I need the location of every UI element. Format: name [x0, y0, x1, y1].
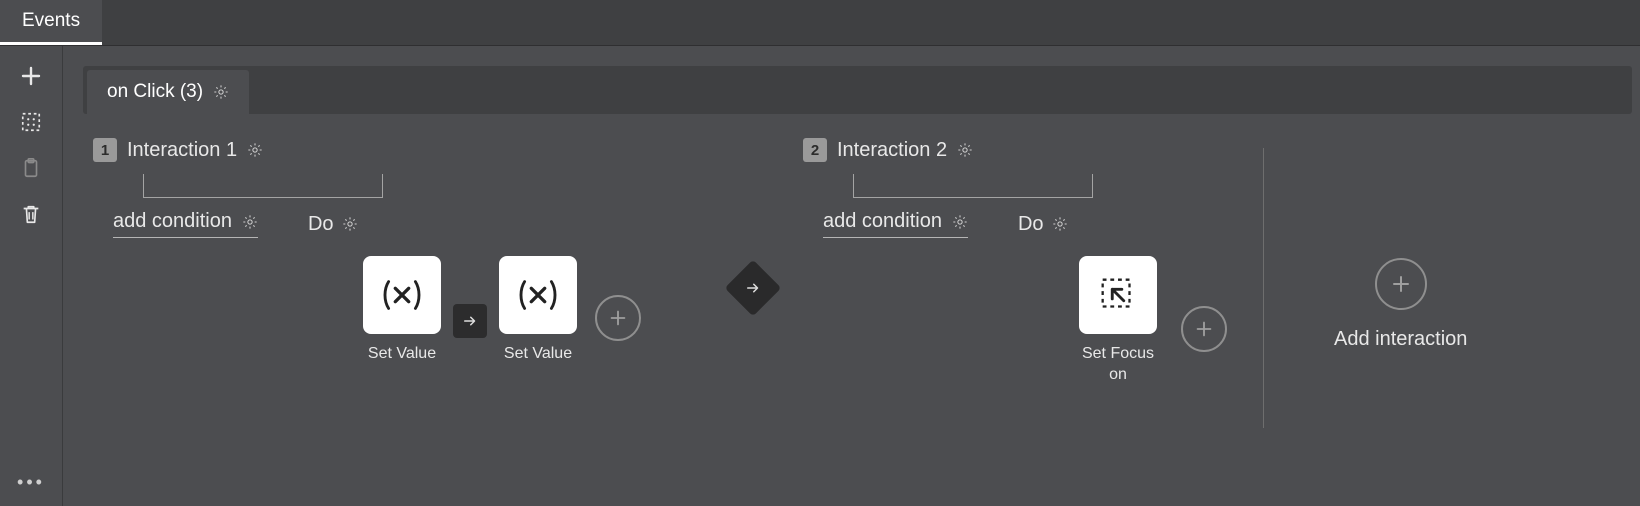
connector-diamond: [725, 260, 782, 317]
event-bar: on Click (3): [83, 66, 1632, 114]
interaction-index-badge: 1: [93, 138, 117, 162]
clipboard-icon[interactable]: [17, 154, 45, 182]
variable-icon[interactable]: [363, 256, 441, 334]
arrow-right-icon: [744, 279, 762, 297]
add-action-button[interactable]: [595, 295, 641, 341]
interaction-2: 2 Interaction 2 add condition: [803, 138, 1233, 386]
gear-icon[interactable]: [957, 142, 973, 158]
interaction-name: Interaction 2: [837, 139, 947, 162]
action-label: Set Focus on: [1073, 344, 1163, 386]
interaction-name: Interaction 1: [127, 139, 237, 162]
do-label: Do: [308, 213, 358, 236]
select-rect-icon[interactable]: [17, 108, 45, 136]
sidebar: •••: [0, 46, 62, 506]
tab-events[interactable]: Events: [0, 0, 102, 45]
gear-icon[interactable]: [1052, 216, 1068, 232]
add-condition-label: add condition: [823, 210, 942, 233]
gear-icon[interactable]: [342, 216, 358, 232]
topbar: Events: [0, 0, 1640, 46]
action-set-value[interactable]: Set Value: [363, 256, 441, 365]
add-interaction-button[interactable]: Add interaction: [1334, 258, 1467, 351]
event-tab-onclick[interactable]: on Click (3): [87, 70, 249, 114]
do-label: Do: [1018, 213, 1068, 236]
action-label: Set Value: [504, 344, 572, 365]
interaction-header[interactable]: 2 Interaction 2: [803, 138, 1233, 162]
vertical-separator: [1263, 148, 1264, 428]
plus-icon: [1375, 258, 1427, 310]
add-interaction-label: Add interaction: [1334, 328, 1467, 351]
add-condition-label: add condition: [113, 210, 232, 233]
add-icon[interactable]: [17, 62, 45, 90]
action-set-value[interactable]: Set Value: [499, 256, 577, 365]
gear-icon[interactable]: [952, 214, 968, 230]
gear-icon[interactable]: [247, 142, 263, 158]
add-action-button[interactable]: [1181, 306, 1227, 352]
gear-icon[interactable]: [242, 214, 258, 230]
add-condition-button[interactable]: add condition: [113, 210, 258, 238]
action-label: Set Value: [368, 344, 436, 365]
variable-icon[interactable]: [499, 256, 577, 334]
event-tab-label: on Click (3): [107, 81, 203, 103]
more-icon[interactable]: •••: [17, 478, 45, 506]
add-condition-button[interactable]: add condition: [823, 210, 968, 238]
focus-icon[interactable]: [1079, 256, 1157, 334]
canvas: on Click (3) 1 Interaction 1: [62, 46, 1640, 506]
arrow-right-icon: [453, 304, 487, 338]
interaction-header[interactable]: 1 Interaction 1: [93, 138, 703, 162]
tab-events-label: Events: [22, 10, 80, 32]
interaction-index-badge: 2: [803, 138, 827, 162]
action-set-focus[interactable]: Set Focus on: [1073, 256, 1163, 386]
interaction-1: 1 Interaction 1 add condition: [93, 138, 703, 365]
gear-icon[interactable]: [213, 84, 229, 100]
trash-icon[interactable]: [17, 200, 45, 228]
